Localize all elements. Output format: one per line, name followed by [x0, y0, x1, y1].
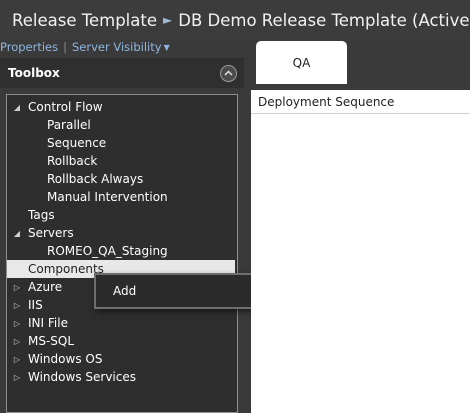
separator: |	[63, 40, 67, 54]
tree-item-parallel[interactable]: Parallel	[7, 116, 235, 134]
triangle-right-icon[interactable]: ▷	[12, 337, 22, 346]
toolbox-title: Toolbox	[8, 66, 60, 80]
breadcrumb-root[interactable]: Release Template	[12, 11, 157, 30]
sub-navigation: Properties | Server Visibility ▼	[0, 39, 170, 55]
triangle-down-icon[interactable]: ◢	[12, 229, 22, 238]
deployment-sequence-header: Deployment Sequence	[251, 90, 470, 114]
tree-item-control-flow[interactable]: ◢ Control Flow	[7, 98, 235, 116]
triangle-down-icon[interactable]: ◢	[12, 103, 22, 112]
tree-item-tags[interactable]: Tags	[7, 206, 235, 224]
tree-item-sequence[interactable]: Sequence	[7, 134, 235, 152]
tree-item-manual-intervention[interactable]: Manual Intervention	[7, 188, 235, 206]
breadcrumb-arrow-icon: ►	[163, 13, 173, 27]
tree-item-rollback[interactable]: Rollback	[7, 152, 235, 170]
title-bar: Release Template ► DB Demo Release Templ…	[0, 0, 470, 40]
triangle-right-icon[interactable]: ▷	[12, 301, 22, 310]
tree-item-servers[interactable]: ◢ Servers	[7, 224, 235, 242]
server-visibility-link[interactable]: Server Visibility	[72, 40, 162, 54]
triangle-right-icon[interactable]: ▷	[12, 373, 22, 382]
tree-item-windows-services[interactable]: ▷ Windows Services	[7, 368, 235, 386]
tree-item-ini-file[interactable]: ▷ INI File	[7, 314, 235, 332]
tree-item-rollback-always[interactable]: Rollback Always	[7, 170, 235, 188]
deployment-sequence-panel[interactable]: Deployment Sequence	[251, 90, 470, 413]
toolbox-tree[interactable]: ◢ Control Flow Parallel Sequence Rollbac…	[6, 94, 238, 413]
triangle-right-icon[interactable]: ▷	[12, 355, 22, 364]
triangle-right-icon[interactable]: ▷	[12, 283, 22, 292]
toolbox-collapse-button[interactable]	[220, 64, 237, 82]
toolbox-header: Toolbox	[0, 58, 244, 88]
page-title: DB Demo Release Template (Active)	[178, 10, 470, 30]
tab-qa[interactable]: QA	[256, 41, 347, 84]
caret-down-icon[interactable]: ▼	[164, 43, 170, 52]
tree-item-windows-os[interactable]: ▷ Windows OS	[7, 350, 235, 368]
properties-link[interactable]: Properties	[0, 40, 58, 54]
triangle-right-icon[interactable]: ▷	[12, 319, 22, 328]
chevron-up-icon	[224, 70, 233, 76]
tree-item-ms-sql[interactable]: ▷ MS-SQL	[7, 332, 235, 350]
tree-item-romeo-qa-staging[interactable]: ROMEO_QA_Staging	[7, 242, 235, 260]
